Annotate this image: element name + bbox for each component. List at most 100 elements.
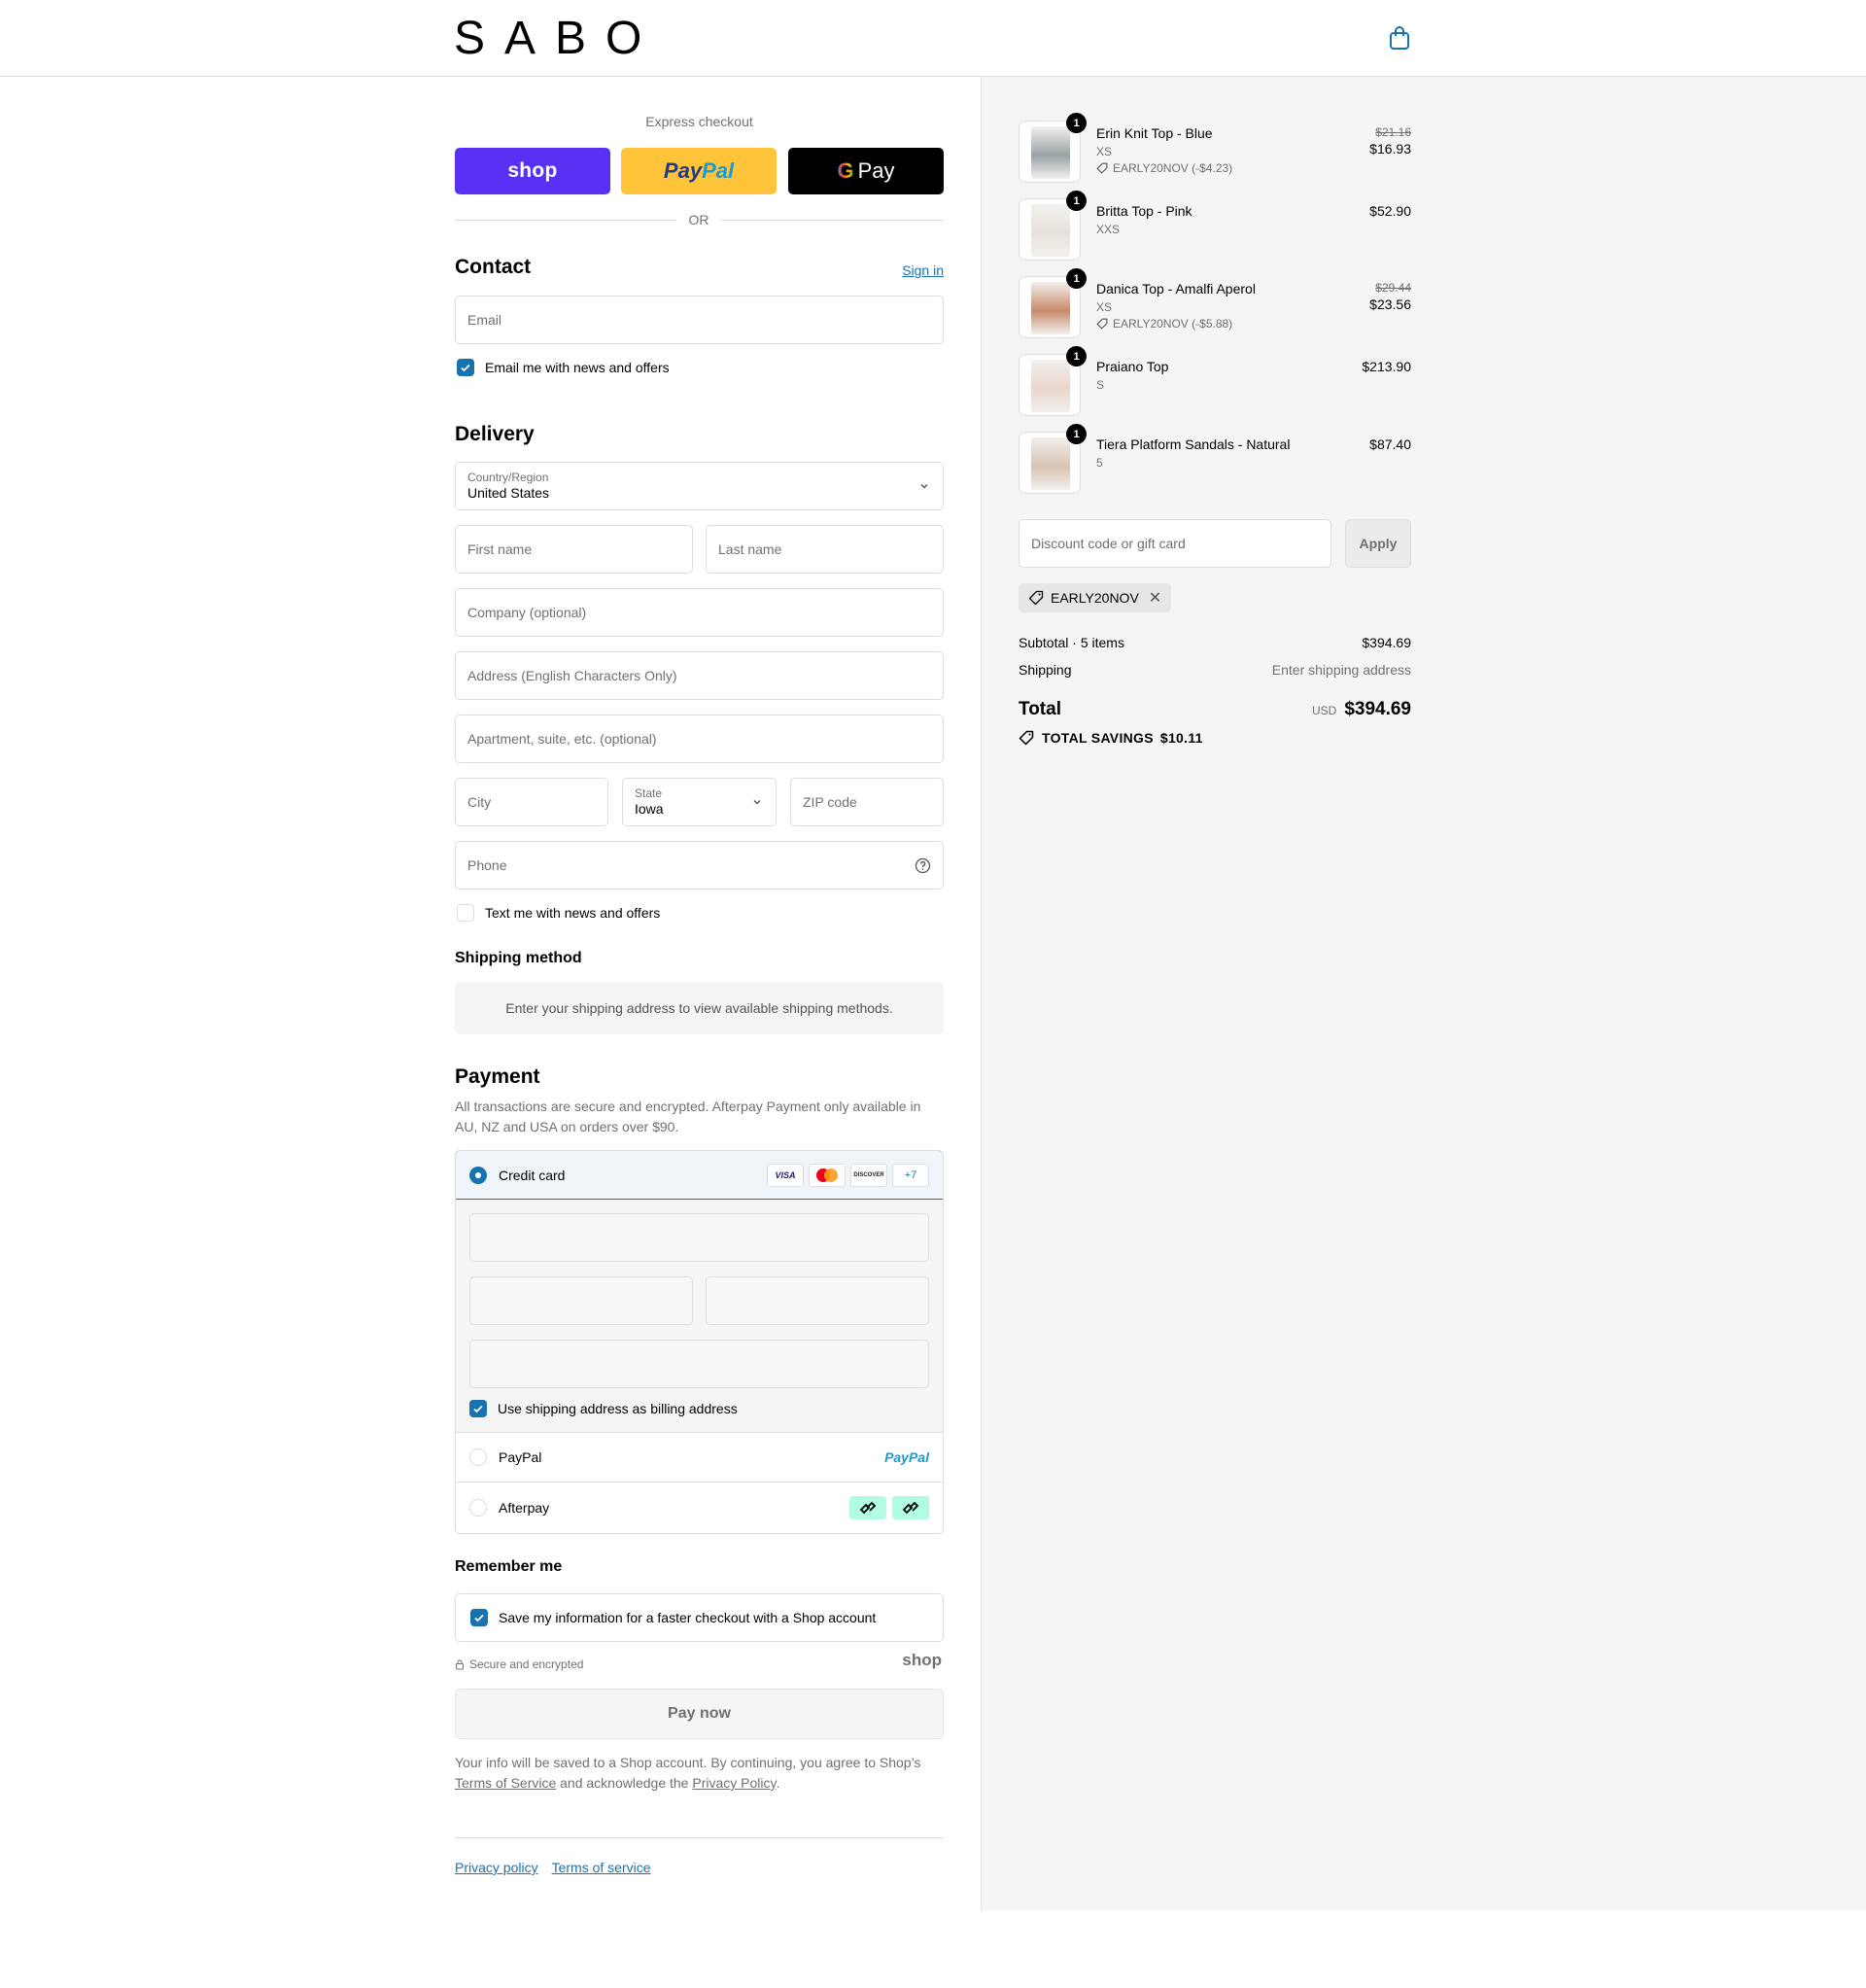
email-placeholder: Email [467, 312, 502, 328]
product-photo [1031, 360, 1070, 412]
discount-code-input[interactable]: Discount code or gift card [1019, 519, 1331, 568]
email-field[interactable]: Email [455, 296, 944, 344]
address-placeholder: Address (English Characters Only) [467, 668, 677, 683]
shopping-bag-icon[interactable] [1388, 25, 1411, 51]
shop-terms-link[interactable]: Terms of Service [455, 1775, 556, 1791]
remember-me-label: Save my information for a faster checkou… [499, 1610, 877, 1625]
sms-checkbox[interactable] [457, 904, 474, 922]
product-name: Tiera Platform Sandals - Natural [1096, 436, 1291, 452]
original-price: $21.16 [1375, 125, 1411, 139]
google-pay-button[interactable]: G Pay [788, 148, 944, 194]
subtotal-label: Subtotal · 5 items [1019, 635, 1124, 650]
product-photo [1031, 282, 1070, 334]
city-placeholder: City [467, 794, 492, 810]
item-price: $87.40 [1369, 436, 1411, 452]
lock-icon [456, 1659, 464, 1669]
savings-label: TOTAL SAVINGS [1042, 730, 1154, 746]
sign-in-link[interactable]: Sign in [902, 262, 944, 278]
shop-pay-button[interactable]: shop [455, 148, 610, 194]
item-discount-label: EARLY20NOV (-$5.88) [1113, 317, 1233, 331]
product-photo [1031, 437, 1070, 490]
more-cards-badge: +7 [892, 1164, 929, 1187]
product-name: Praiano Top [1096, 359, 1169, 374]
last-name-placeholder: Last name [718, 541, 782, 557]
tag-icon [1096, 162, 1108, 174]
paypal-radio[interactable] [469, 1448, 487, 1466]
remove-discount-icon[interactable]: ✕ [1149, 588, 1161, 608]
sms-checkbox-row[interactable]: Text me with news and offers [457, 904, 660, 922]
item-price: $23.56 [1369, 296, 1411, 312]
original-price: $29.44 [1375, 281, 1411, 295]
gpay-label: Pay [857, 158, 895, 183]
help-circle-icon[interactable] [915, 857, 931, 874]
newsletter-checkbox[interactable] [457, 359, 474, 376]
or-separator: OR [676, 212, 721, 227]
express-checkout-title: Express checkout [645, 114, 753, 129]
tag-icon [1019, 730, 1034, 746]
card-name-field[interactable] [469, 1340, 929, 1388]
checkmark-icon [474, 1614, 484, 1622]
country-select[interactable]: Country/Region United States [455, 462, 944, 510]
afterpay-option[interactable]: Afterpay [456, 1482, 943, 1533]
product-name: Erin Knit Top - Blue [1096, 125, 1213, 141]
payment-heading: Payment [455, 1065, 540, 1088]
card-expiry-field[interactable] [469, 1276, 693, 1325]
card-number-field[interactable] [469, 1213, 929, 1262]
afterpay-icon [892, 1496, 929, 1519]
state-select[interactable]: State Iowa [622, 778, 777, 826]
visa-icon: VISA [767, 1164, 804, 1187]
city-field[interactable]: City [455, 778, 608, 826]
legal-text-3: . [776, 1775, 780, 1791]
billing-checkbox-row[interactable]: Use shipping address as billing address [469, 1400, 738, 1417]
phone-field[interactable]: Phone [455, 841, 944, 889]
card-brand-logos: VISA DISCOVER +7 [767, 1164, 929, 1187]
quantity-badge: 1 [1066, 424, 1087, 444]
card-security-code-field[interactable] [706, 1276, 929, 1325]
sms-label: Text me with news and offers [485, 905, 661, 921]
remember-me-checkbox[interactable] [470, 1609, 488, 1626]
secure-label: Secure and encrypted [469, 1657, 584, 1671]
paypal-logo: PayPal [884, 1449, 929, 1465]
zip-field[interactable]: ZIP code [790, 778, 944, 826]
chevron-down-icon [753, 800, 761, 805]
apartment-placeholder: Apartment, suite, etc. (optional) [467, 731, 657, 747]
delivery-heading: Delivery [455, 423, 535, 445]
address-field[interactable]: Address (English Characters Only) [455, 651, 944, 700]
credit-card-label: Credit card [499, 1167, 566, 1183]
terms-of-service-link[interactable]: Terms of service [552, 1860, 651, 1875]
afterpay-icon [849, 1496, 886, 1519]
privacy-policy-link[interactable]: Privacy policy [455, 1860, 538, 1875]
store-logo[interactable]: SABO [454, 14, 661, 64]
payment-options: Credit card VISA DISCOVER +7 Use shippin… [455, 1150, 944, 1534]
remember-me-row[interactable]: Save my information for a faster checkou… [455, 1593, 944, 1642]
pay-now-button[interactable]: Pay now [455, 1689, 944, 1739]
google-g-icon: G [837, 158, 854, 183]
currency-code: USD [1311, 704, 1337, 717]
shipping-value: Enter shipping address [1271, 662, 1411, 678]
tag-icon [1096, 318, 1108, 330]
shop-privacy-link[interactable]: Privacy Policy [692, 1775, 776, 1791]
phone-placeholder: Phone [467, 857, 507, 873]
newsletter-checkbox-row[interactable]: Email me with news and offers [457, 359, 670, 376]
billing-checkbox[interactable] [469, 1400, 487, 1417]
order-summary-panel [981, 77, 1866, 1910]
payment-note: All transactions are secure and encrypte… [455, 1099, 921, 1134]
credit-card-option[interactable]: Credit card VISA DISCOVER +7 [456, 1151, 943, 1200]
mastercard-icon [809, 1164, 846, 1187]
paypal-option[interactable]: PayPal PayPal [456, 1433, 943, 1482]
shipping-method-heading: Shipping method [455, 950, 582, 966]
company-field[interactable]: Company (optional) [455, 588, 944, 637]
line-item: 1 Danica Top - Amalfi Aperol XS EARLY20NOV … [1019, 268, 1411, 338]
legal-text: Your info will be saved to a Shop accoun… [455, 1753, 944, 1794]
product-photo [1031, 126, 1070, 179]
afterpay-radio[interactable] [469, 1499, 487, 1517]
apartment-field[interactable]: Apartment, suite, etc. (optional) [455, 715, 944, 763]
state-label: State [635, 786, 663, 800]
credit-card-radio[interactable] [469, 1166, 487, 1184]
paypal-option-label: PayPal [499, 1449, 542, 1465]
last-name-field[interactable]: Last name [706, 525, 944, 574]
first-name-field[interactable]: First name [455, 525, 693, 574]
apply-discount-button[interactable]: Apply [1345, 519, 1411, 568]
quantity-badge: 1 [1066, 346, 1087, 366]
paypal-button[interactable]: Pay Pal [621, 148, 777, 194]
